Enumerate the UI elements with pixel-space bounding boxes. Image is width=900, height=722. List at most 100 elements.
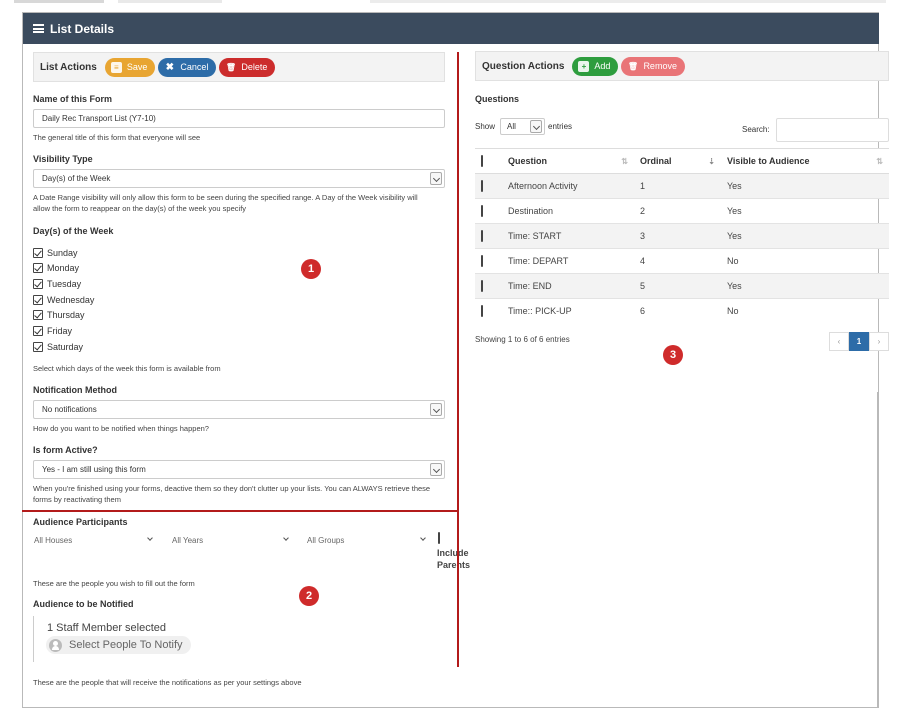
row-select-cell <box>475 298 502 324</box>
sort-icon: ⇅ <box>876 157 883 166</box>
previous-page-button[interactable]: ‹ <box>829 332 849 351</box>
chevron-down-icon <box>430 403 442 416</box>
form-name-input[interactable]: Daily Rec Transport List (Y7-10) <box>33 109 445 128</box>
column-header-visible[interactable]: Visible to Audience ⇅ <box>721 148 889 174</box>
plus-icon: + <box>578 60 590 72</box>
day-checkbox-saturday[interactable]: Saturday <box>33 340 83 354</box>
audience-notified-label: Audience to be Notified <box>33 599 134 609</box>
table-header-row: Question ⇅ Ordinal ⇣ Visible to Audience ⇅ <box>475 148 889 174</box>
column-header-ordinal[interactable]: Ordinal ⇣ <box>634 148 721 174</box>
top-tab[interactable] <box>370 0 886 3</box>
notification-label: Notification Method <box>33 385 117 395</box>
houses-select[interactable]: All Houses <box>28 531 160 550</box>
cancel-label: Cancel <box>180 62 209 72</box>
question-cell: Afternoon Activity <box>502 173 634 199</box>
top-tab[interactable] <box>118 0 222 3</box>
save-icon: ≡ <box>110 61 122 73</box>
card-header: List Details <box>23 13 879 44</box>
checkbox[interactable] <box>33 310 43 320</box>
trash-icon: 🗑 <box>627 61 639 71</box>
visible-cell: No <box>721 248 889 274</box>
column-label: Ordinal <box>640 156 672 166</box>
notification-select[interactable]: No notifications <box>33 400 445 419</box>
table-row[interactable]: Time: END 5 Yes <box>475 273 889 299</box>
day-checkbox-thursday[interactable]: Thursday <box>33 308 85 322</box>
day-checkbox-tuesday[interactable]: Tuesday <box>33 277 81 291</box>
ordinal-cell: 6 <box>634 298 721 324</box>
checkbox[interactable] <box>33 342 43 352</box>
top-tab-strip <box>0 0 900 6</box>
list-actions-bar: List Actions ≡ Save ✖ Cancel 🗑 Delete <box>33 52 445 82</box>
checkbox[interactable] <box>33 279 43 289</box>
day-checkbox-sunday[interactable]: Sunday <box>33 246 78 260</box>
day-checkbox-monday[interactable]: Monday <box>33 261 79 275</box>
question-cell: Time: DEPART <box>502 248 634 274</box>
checkbox[interactable] <box>33 248 43 258</box>
save-label: Save <box>126 62 148 72</box>
day-label: Tuesday <box>47 279 82 289</box>
chevron-down-icon <box>530 120 542 133</box>
delete-button[interactable]: 🗑 Delete <box>219 57 276 77</box>
visibility-select[interactable]: Day(s) of the Week <box>33 169 445 188</box>
table-row[interactable]: Destination 2 Yes <box>475 198 889 224</box>
trash-icon: 🗑 <box>225 62 236 72</box>
search-input[interactable] <box>776 118 889 142</box>
page-button-1[interactable]: 1 <box>849 332 869 351</box>
question-cell: Time:: PICK-UP <box>502 298 634 324</box>
day-label: Friday <box>47 326 73 336</box>
column-header-question[interactable]: Question ⇅ <box>502 148 634 174</box>
select-people-button[interactable]: Select People To Notify <box>46 636 191 654</box>
groups-select[interactable]: All Groups <box>301 531 433 550</box>
active-value: Yes - I am still using this form <box>42 465 146 474</box>
day-label: Monday <box>47 263 80 273</box>
select-all-checkbox[interactable] <box>481 155 483 167</box>
column-label: Visible to Audience <box>727 156 810 166</box>
top-tab[interactable] <box>14 0 104 3</box>
notified-help: These are the people that will receive t… <box>33 678 302 687</box>
annotation-marker-1: 1 <box>301 259 321 279</box>
day-checkbox-friday[interactable]: Friday <box>33 324 72 338</box>
visible-cell: Yes <box>721 173 889 199</box>
participants-help: These are the people you wish to fill ou… <box>33 579 195 588</box>
remove-button[interactable]: 🗑 Remove <box>621 56 685 76</box>
day-label: Wednesday <box>47 295 95 305</box>
select-people-label: Select People To Notify <box>69 639 183 651</box>
checkbox[interactable] <box>33 326 43 336</box>
row-checkbox[interactable] <box>481 255 483 267</box>
show-label: Show <box>475 122 496 131</box>
include-parents-label-2: Parents <box>437 560 471 570</box>
row-checkbox[interactable] <box>481 280 483 292</box>
notify-picker: 1 Staff Member selected Select People To… <box>33 616 413 662</box>
checkbox[interactable] <box>33 263 43 273</box>
row-checkbox[interactable] <box>481 180 483 192</box>
table-row[interactable]: Afternoon Activity 1 Yes <box>475 173 889 199</box>
active-help-2: forms by reactivating them <box>33 495 121 504</box>
row-checkbox[interactable] <box>481 205 483 217</box>
notified-count: 1 Staff Member selected <box>47 622 167 634</box>
cancel-button[interactable]: ✖ Cancel <box>158 57 217 77</box>
active-label: Is form Active? <box>33 445 98 455</box>
list-icon <box>33 24 44 33</box>
card-border <box>877 392 878 708</box>
add-button[interactable]: + Add <box>572 56 619 76</box>
include-parents-checkbox[interactable] <box>438 532 440 544</box>
days-label: Day(s) of the Week <box>33 226 114 236</box>
houses-value: All Houses <box>34 536 73 545</box>
row-checkbox[interactable] <box>481 305 483 318</box>
row-select-cell <box>475 198 502 224</box>
chevron-down-icon <box>430 172 442 185</box>
row-checkbox[interactable] <box>481 230 483 242</box>
remove-label: Remove <box>643 61 677 71</box>
save-button[interactable]: ≡ Save <box>104 57 156 77</box>
table-row[interactable]: Time: START 3 Yes <box>475 223 889 249</box>
table-row[interactable]: Time: DEPART 4 No <box>475 248 889 274</box>
next-page-button[interactable]: › <box>869 332 889 351</box>
form-name-label: Name of this Form <box>33 94 113 104</box>
annotation-marker-2: 2 <box>299 586 319 606</box>
checkbox[interactable] <box>33 295 43 305</box>
active-select[interactable]: Yes - I am still using this form <box>33 460 445 479</box>
entries-select[interactable]: All <box>500 118 545 135</box>
years-select[interactable]: All Years <box>166 531 296 550</box>
table-row[interactable]: Time:: PICK-UP 6 No <box>475 298 889 324</box>
day-checkbox-wednesday[interactable]: Wednesday <box>33 293 94 307</box>
